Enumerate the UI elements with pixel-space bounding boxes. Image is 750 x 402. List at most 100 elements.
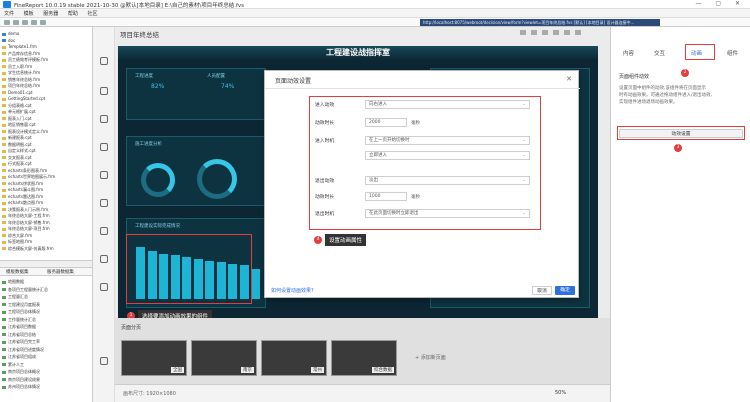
preview-icon[interactable] [575,30,581,35]
tab-content[interactable]: 内容 [623,49,634,57]
grid-icon[interactable] [553,30,559,35]
tree-item[interactable]: 产品库存信息.frm [2,51,40,57]
ok-button[interactable]: 确定 [555,286,575,295]
tree-item[interactable]: echarts条形图表.frm [2,168,47,174]
tree-item[interactable]: 各项目工程量统计汇总 [2,287,48,293]
tree-item[interactable]: 工程项目总体情况 [2,309,40,315]
tree-item[interactable]: 工作量统计汇总 [2,317,36,323]
tree-item[interactable]: 苏州项目总体情况 [2,384,40,390]
tree-item[interactable]: 南京项目总体概况 [2,369,40,375]
tree-item[interactable]: echarts雷达图.frm [2,194,43,200]
tree-item[interactable]: 累计人工 [2,362,24,368]
tree-item[interactable]: 新建报表.cpt [2,135,32,141]
tree-item[interactable]: 单元格扩展.cpt [2,109,36,115]
page-thumb[interactable]: 综合数据 [331,340,397,376]
widget-icon[interactable] [100,227,108,235]
table-icon[interactable] [100,199,108,207]
page-thumb[interactable]: 全国 [121,340,187,376]
tree-item[interactable]: 学生信息统计.frm [2,70,40,76]
tree-item[interactable]: 销售年终总结.frm [2,77,40,83]
tree-item[interactable]: demo [2,31,19,36]
tree-item[interactable]: 地区销售量.cpt [2,122,36,128]
tab-template-dataset[interactable]: 模板数据集 [6,269,29,275]
tab-component[interactable]: 组件 [727,49,738,57]
tree-item[interactable]: Demo01.cpt [2,90,33,95]
image-icon[interactable] [100,171,108,179]
preview-url-bar[interactable]: http://localhost:8075/webroot/decision/v… [420,19,660,26]
menu-server[interactable]: 服务器 [39,9,62,18]
add-page-button[interactable]: + 添加新页面 [415,354,446,361]
tree-item[interactable]: 自定义样式.cpt [2,148,36,154]
tree-item[interactable]: 江苏省项目进度情况 [2,347,44,353]
layer-icon[interactable] [542,30,548,35]
tree-item[interactable]: 年终总结大屏-工程.frm [2,213,50,219]
distribute-icon[interactable] [531,30,537,35]
tree-item[interactable]: GettingStarted.cpt [2,96,45,101]
tree-item[interactable]: 年终总结大屏-项目.frm [2,226,50,232]
tree-item[interactable]: 报表设计模式定义.frm [2,129,48,135]
tree-item[interactable]: 行式报表.cpt [2,161,32,167]
page-thumb[interactable]: 南京 [191,340,257,376]
tree-item[interactable]: 江苏省项目组成 [2,354,36,360]
tab-interaction[interactable]: 交互 [654,49,665,57]
tree-item[interactable]: 员工入职.frm [2,64,32,70]
menu-template[interactable]: 模板 [20,9,38,18]
menu-community[interactable]: 社区 [83,9,101,18]
tree-item[interactable]: 工程建设月度报表 [2,302,40,308]
page-thumb[interactable]: 常州 [261,340,327,376]
progress-panel[interactable]: 施工进度分析 [126,136,266,206]
tree-item[interactable]: 综合模板大屏-仿真版.frm [2,246,54,252]
undo-icon[interactable] [31,20,37,25]
tree-item[interactable]: 综合大屏.frm [2,233,32,239]
tree-item-label: 各项目工程量统计汇总 [8,286,48,292]
component-library-icon[interactable] [100,57,108,65]
align-icon[interactable] [520,30,526,35]
new-icon[interactable] [4,20,10,25]
menu-file[interactable]: 文件 [0,9,18,18]
lock-icon[interactable] [564,30,570,35]
menu-help[interactable]: 帮助 [64,9,82,18]
description-line-1: 设置页面中组件的动效,该组件将在页面显示 [619,86,706,91]
tree-item[interactable]: 决策报表入门示例.frm [2,207,48,213]
tree-item[interactable]: 年终总结大屏-销售.frm [2,220,50,226]
close-icon[interactable]: ✕ [566,75,572,83]
tree-item[interactable]: 工程量汇总 [2,294,28,300]
file-icon [2,162,6,166]
window-controls[interactable]: — ▢ ✕ [695,0,746,7]
tree-item[interactable]: 交叉报表.cpt [2,155,32,161]
tree-item[interactable]: Template1.frm [2,44,37,49]
open-icon[interactable] [13,20,19,25]
tree-item[interactable]: 分组表格.cpt [2,103,32,109]
tree-item[interactable]: 地图数据 [2,279,24,285]
redo-icon[interactable] [40,20,46,25]
tree-item[interactable]: 江苏省项目数据 [2,324,36,330]
save-icon[interactable] [22,20,28,25]
zoom-level[interactable]: 50% [555,390,566,396]
chart-label: 工程建设实际完成情况 [135,224,180,229]
help-link[interactable]: 如何设置动画效果? [271,287,314,294]
tree-item[interactable]: 项目年终总结.frm [2,83,40,89]
tree-item[interactable]: 标签地图.frm [2,239,32,245]
file-icon [2,149,6,153]
tree-item[interactable]: echarts世界地图展示.frm [2,174,55,180]
chart-icon[interactable] [100,115,108,123]
tree-item[interactable]: echarts饼状图.frm [2,181,43,187]
pane-divider[interactable] [0,260,92,268]
settings-icon[interactable] [100,357,108,365]
tree-item[interactable]: 报表入门.cpt [2,116,32,122]
kpi-panel[interactable]: 工程进度 82% 人员配置 74% [126,68,266,120]
tree-item[interactable]: 江苏省项目总结 [2,332,36,338]
tree-item[interactable]: 南京项目建设成果 [2,377,40,383]
text-icon[interactable] [100,143,108,151]
map-icon[interactable] [100,255,108,263]
tree-item[interactable]: echarts漏斗图.frm [2,187,43,193]
tree-item[interactable]: echarts散点图.frm [2,200,43,206]
tree-item[interactable]: 数据明细.cpt [2,142,32,148]
tree-item[interactable]: 员工绩效考评模板.frm [2,57,48,63]
tree-item[interactable]: 江苏省项目完工率 [2,339,40,345]
tab-server-dataset[interactable]: 服务器数据集 [47,269,74,275]
media-icon[interactable] [100,283,108,291]
tree-item[interactable]: doc [2,38,15,43]
layout-icon[interactable] [100,87,108,95]
cancel-button[interactable]: 取消 [532,286,552,295]
